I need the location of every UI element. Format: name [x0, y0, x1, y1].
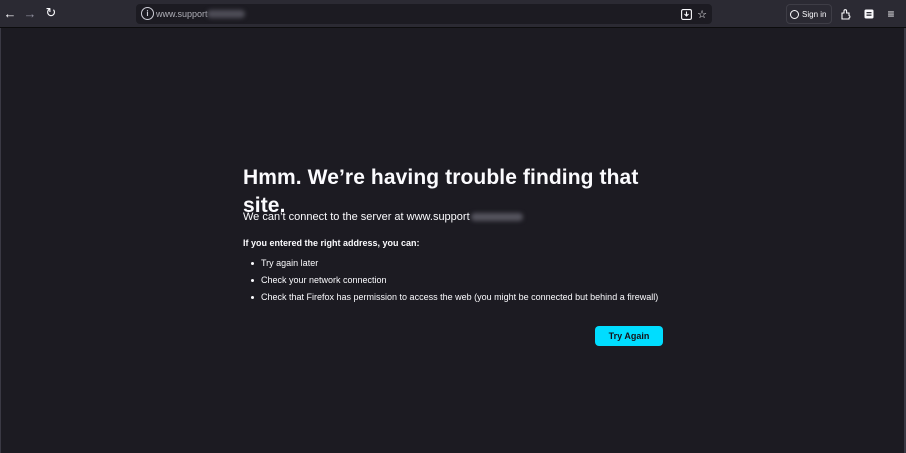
bookmark-star-icon[interactable]: ☆ — [695, 7, 709, 21]
error-description: We can’t connect to the server at www.su… — [243, 210, 523, 224]
extension-app-icon[interactable] — [860, 4, 878, 24]
forward-arrow-icon[interactable]: → — [20, 3, 40, 23]
list-item: Check that Firefox has permission to acc… — [251, 291, 658, 308]
description-redacted — [470, 213, 523, 222]
bullet-icon — [251, 296, 254, 299]
account-icon — [790, 9, 799, 19]
window-edge-left — [0, 28, 1, 453]
suggestions-heading: If you entered the right address, you ca… — [243, 238, 420, 248]
suggestion-text: Try again later — [261, 258, 319, 268]
url-bar[interactable]: i www.support ☆ — [136, 4, 712, 24]
suggestion-text: Check that Firefox has permission to acc… — [261, 292, 659, 302]
bullet-icon — [251, 279, 254, 282]
extensions-icon[interactable] — [837, 4, 855, 24]
bullet-icon — [251, 262, 254, 265]
sign-in-label: Sign in — [802, 9, 827, 19]
sign-in-button[interactable]: Sign in — [786, 4, 832, 24]
try-again-button[interactable]: Try Again — [595, 326, 663, 346]
url-redacted — [207, 10, 245, 18]
browser-toolbar: ← → ↻ i www.support ☆ Sign in ≡ — [0, 0, 906, 28]
list-item: Check your network connection — [251, 274, 658, 291]
url-text: www.support — [156, 9, 208, 19]
hamburger-menu-icon[interactable]: ≡ — [882, 4, 900, 24]
download-icon[interactable] — [679, 7, 693, 21]
suggestion-text: Check your network connection — [261, 275, 387, 285]
error-description-text: We can’t connect to the server at www.su… — [243, 211, 470, 223]
reload-icon[interactable]: ↻ — [41, 3, 61, 23]
back-arrow-icon[interactable]: ← — [0, 3, 20, 23]
suggestions-list: Try again later Check your network conne… — [251, 257, 658, 308]
error-page-content: Hmm. We’re having trouble finding that s… — [243, 164, 683, 346]
site-info-icon[interactable]: i — [141, 7, 154, 20]
list-item: Try again later — [251, 257, 658, 274]
